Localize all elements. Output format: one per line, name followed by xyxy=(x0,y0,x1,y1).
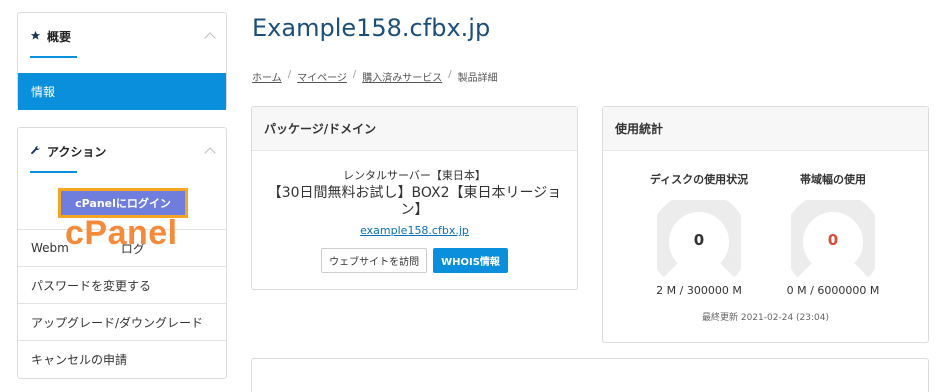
star-icon xyxy=(30,30,41,44)
sidebar-item-change-password[interactable]: パスワードを変更する xyxy=(18,266,226,303)
chevron-up-icon[interactable] xyxy=(204,147,216,159)
overview-title: 概要 xyxy=(47,30,72,44)
whois-button[interactable]: WHOIS情報 xyxy=(433,248,508,273)
package-domain-panel: パッケージ/ドメイン レンタルサーバー【東日本】 【30日間無料お試し】BOX2… xyxy=(251,106,578,290)
package-category: レンタルサーバー【東日本】 xyxy=(343,169,486,182)
actions-underline xyxy=(30,171,77,173)
usage-stats-header: 使用統計 xyxy=(603,107,928,151)
breadcrumb-home[interactable]: ホーム xyxy=(252,69,282,84)
overview-underline xyxy=(30,56,77,58)
page-title: Example158.cfbx.jp xyxy=(252,14,491,42)
disk-usage-caption: 2 M / 300000 M xyxy=(656,284,742,297)
usage-stats-panel: 使用統計 ディスクの使用状況 帯域幅の使用 0 0 2 M / 300000 M… xyxy=(602,106,929,343)
bandwidth-usage-title: 帯域幅の使用 xyxy=(800,173,866,186)
breadcrumb-mypage[interactable]: マイページ xyxy=(297,69,347,84)
package-domain-header: パッケージ/ドメイン xyxy=(252,107,577,151)
webmail-label-partial: Webm xyxy=(31,241,69,255)
sidebar-item-cancel-request[interactable]: キャンセルの申請 xyxy=(18,340,226,377)
sidebar-item-upgrade-downgrade[interactable]: アップグレード/ダウングレード xyxy=(18,303,226,340)
overview-header[interactable]: 概要 xyxy=(30,28,71,45)
bandwidth-usage-value: 0 xyxy=(827,231,839,249)
actions-header[interactable]: アクション xyxy=(30,143,106,160)
chevron-up-icon[interactable] xyxy=(204,32,216,44)
breadcrumb-purchased-services[interactable]: 購入済みサービス xyxy=(362,69,442,84)
bottom-panel xyxy=(251,358,929,392)
disk-usage-title: ディスクの使用状況 xyxy=(649,173,749,186)
last-updated: 最終更新 2021-02-24 (23:04) xyxy=(702,313,829,323)
visit-website-button[interactable]: ウェブサイトを訪問 xyxy=(321,248,428,273)
breadcrumb-current: 製品詳細 xyxy=(457,73,498,84)
sidebar-item-info[interactable]: 情報 xyxy=(18,73,226,110)
sidebar-actions-panel: アクション Webm ログ パスワードを変更する アップグレード/ダウングレード… xyxy=(17,127,227,379)
package-product-name: 【30日間無料お試し】BOX2【東日本リージョン】 xyxy=(267,185,562,218)
disk-usage-value: 0 xyxy=(693,231,705,249)
breadcrumb: ホーム / マイページ / 購入済みサービス / 製品詳細 xyxy=(252,69,498,84)
wrench-icon xyxy=(30,145,41,159)
sidebar-overview-panel: 概要 情報 xyxy=(17,12,227,110)
actions-title: アクション xyxy=(47,145,107,159)
cpanel-overlay-label: cPanel xyxy=(65,214,178,252)
domain-link[interactable]: example158.cfbx.jp xyxy=(360,224,469,237)
bandwidth-usage-caption: 0 M / 6000000 M xyxy=(786,284,880,297)
